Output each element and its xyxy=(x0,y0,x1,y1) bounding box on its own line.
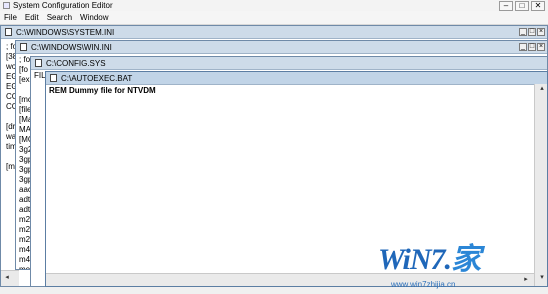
config-sys-titlebar[interactable]: C:\CONFIG.SYS xyxy=(31,57,547,70)
watermark-logo: WiN7.家 www.win7zhijia.cn xyxy=(378,234,523,294)
scroll-up-icon[interactable]: ▴ xyxy=(538,85,546,93)
minimize-icon[interactable]: _ xyxy=(519,43,527,51)
system-ini-title: C:\WINDOWS\SYSTEM.INI xyxy=(16,27,115,37)
document-icon xyxy=(5,28,12,36)
win-ini-title: C:\WINDOWS\WIN.INI xyxy=(31,42,112,52)
watermark-logo-char: 家 xyxy=(451,243,481,276)
config-sys-text[interactable]: FIL xyxy=(34,71,46,81)
maximize-icon[interactable]: □ xyxy=(528,28,536,36)
menu-search[interactable]: Search xyxy=(43,13,76,22)
maximize-icon[interactable]: □ xyxy=(528,43,536,51)
autoexec-bat-text[interactable]: REM Dummy file for NTVDM xyxy=(49,86,156,96)
document-icon xyxy=(35,59,42,67)
watermark-logo-text: WiN7. xyxy=(378,243,452,276)
close-icon[interactable]: × xyxy=(537,28,545,36)
menu-bar: File Edit Search Window xyxy=(0,11,548,25)
watermark-url: www.win7zhijia.cn xyxy=(391,280,456,289)
scroll-down-icon[interactable]: ▾ xyxy=(538,274,546,282)
maximize-icon[interactable]: □ xyxy=(515,0,529,11)
document-icon xyxy=(20,43,27,51)
vertical-scrollbar[interactable]: ▴ ▾ xyxy=(534,84,547,286)
config-sys-title: C:\CONFIG.SYS xyxy=(46,58,106,68)
close-icon[interactable]: ✕ xyxy=(531,0,545,11)
minimize-icon[interactable]: _ xyxy=(519,28,527,36)
app-icon xyxy=(3,2,10,9)
document-icon xyxy=(50,74,57,82)
window-controls: – □ ✕ xyxy=(499,0,545,11)
minimize-icon[interactable]: – xyxy=(499,0,513,11)
close-icon[interactable]: × xyxy=(537,43,545,51)
app-title: System Configuration Editor xyxy=(13,1,113,10)
autoexec-bat-titlebar[interactable]: C:\AUTOEXEC.BAT xyxy=(46,72,547,85)
text-line: FIL xyxy=(34,71,46,80)
autoexec-bat-title: C:\AUTOEXEC.BAT xyxy=(61,73,133,83)
menu-edit[interactable]: Edit xyxy=(21,13,43,22)
system-ini-titlebar[interactable]: C:\WINDOWS\SYSTEM.INI _ □ × xyxy=(1,26,547,39)
text-line: REM Dummy file for NTVDM xyxy=(49,86,156,95)
menu-file[interactable]: File xyxy=(0,13,21,22)
horizontal-scrollbar[interactable]: ◂ xyxy=(1,270,19,286)
win-ini-titlebar[interactable]: C:\WINDOWS\WIN.INI _ □ × xyxy=(16,41,547,54)
scroll-left-icon[interactable]: ◂ xyxy=(3,274,11,282)
scroll-right-icon[interactable]: ▸ xyxy=(522,276,530,284)
app-titlebar[interactable]: System Configuration Editor – □ ✕ xyxy=(0,0,548,11)
menu-window[interactable]: Window xyxy=(76,13,112,22)
mdi-client-area: C:\WINDOWS\SYSTEM.INI _ □ × ; fo [38 wo EG E… xyxy=(0,25,548,289)
